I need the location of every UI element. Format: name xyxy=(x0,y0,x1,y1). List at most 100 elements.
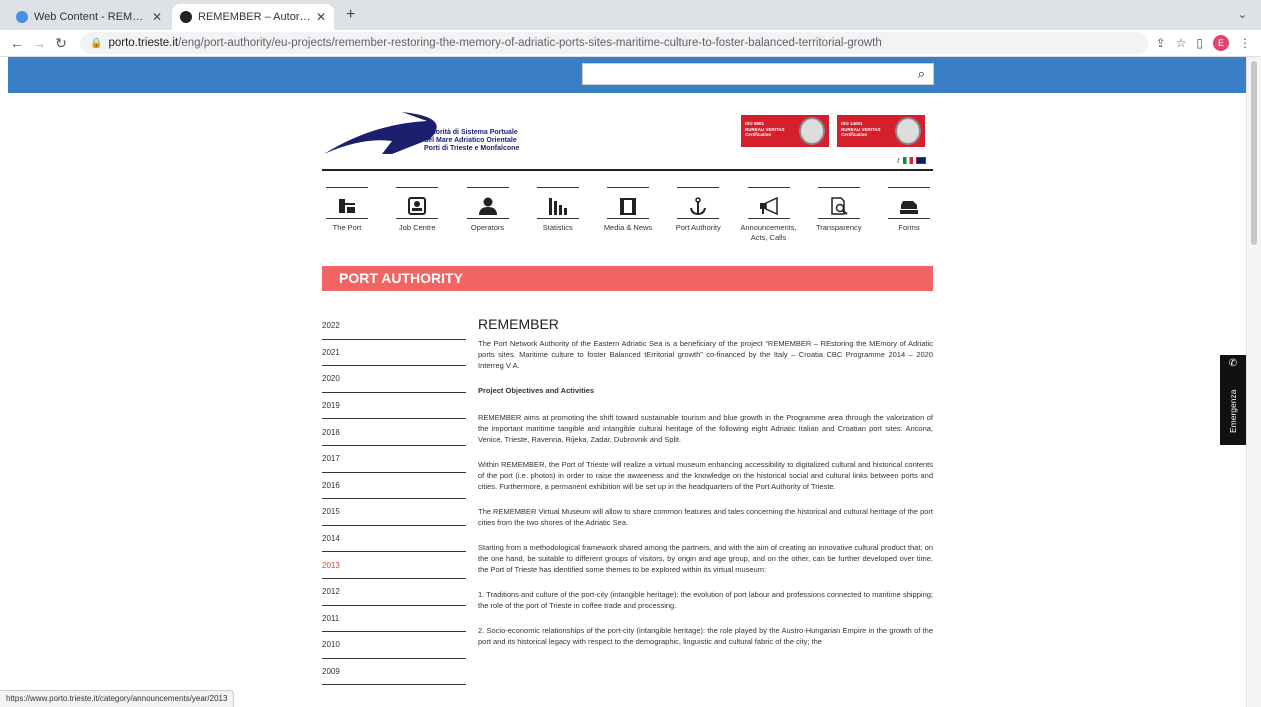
article-paragraph: 1. Traditions and culture of the port-ci… xyxy=(478,590,933,610)
article-paragraph: REMEMBER aims at promoting the shift tow… xyxy=(478,413,933,444)
nav-label: Announcements, Acts, Calls xyxy=(740,223,797,242)
year-link[interactable]: 2022 xyxy=(322,313,466,340)
tab-title: Web Content - REMEMBER - Il... xyxy=(34,11,148,23)
nav-label: Media & News xyxy=(603,223,653,232)
year-link[interactable]: 2009 xyxy=(322,659,466,686)
search-icon[interactable]: ⌕ xyxy=(918,66,925,82)
page-viewport: ⌕ Autorità di Sistema Portuale del Mare … xyxy=(0,57,1261,707)
film-icon xyxy=(607,193,649,219)
tab-close-icon[interactable]: ✕ xyxy=(152,10,162,24)
side-panel-icon[interactable]: ▯ xyxy=(1196,36,1203,50)
nav-label: Statistics xyxy=(542,223,573,232)
main-nav: The Port Job Centre Operators Statistics… xyxy=(312,187,944,243)
url-host: porto.trieste.it xyxy=(108,37,179,49)
nav-item-announcements[interactable]: Announcements, Acts, Calls xyxy=(734,187,804,243)
bureau-veritas-seal-icon xyxy=(799,117,825,145)
year-link[interactable]: 2015 xyxy=(322,499,466,526)
share-icon[interactable]: ⇪ xyxy=(1156,36,1166,50)
article-paragraph: Within REMEMBER, the Port of Trieste wil… xyxy=(478,460,933,491)
year-link[interactable]: 2021 xyxy=(322,340,466,367)
section-banner: PORT AUTHORITY xyxy=(322,266,933,291)
article-intro: The Port Network Authority of the Easter… xyxy=(478,339,933,370)
url-path: /eng/port-authority/eu-projects/remember… xyxy=(178,37,882,49)
article-title: REMEMBER xyxy=(478,316,559,332)
iso-14001-certificate: ISO 14001 BUREAU VERITAS Certification xyxy=(837,115,925,147)
year-link[interactable]: 2014 xyxy=(322,526,466,553)
status-bar-url: https://www.porto.trieste.it/category/an… xyxy=(0,690,235,707)
article-paragraph: 2. Socio-economic relationships of the p… xyxy=(478,626,933,646)
bar-chart-icon xyxy=(536,193,579,219)
reload-icon[interactable]: ↻ xyxy=(50,35,72,52)
logo-text: Autorità di Sistema Portuale del Mare Ad… xyxy=(424,129,519,153)
uk-flag-icon[interactable] xyxy=(916,157,927,164)
article-subtitle: Project Objectives and Activities xyxy=(478,386,595,395)
emergency-label: Emergenza xyxy=(1228,389,1238,433)
phone-icon: ✆ xyxy=(1228,358,1238,369)
year-link-selected[interactable]: 2013 xyxy=(322,552,466,579)
nav-label: Port Authority xyxy=(675,223,721,232)
nav-item-the-port[interactable]: The Port xyxy=(312,187,382,243)
tab-favicon-icon xyxy=(16,11,28,23)
header-divider xyxy=(322,169,933,171)
nav-item-job-centre[interactable]: Job Centre xyxy=(382,187,452,243)
year-link[interactable]: 2010 xyxy=(322,632,466,659)
tab-close-icon[interactable]: ✕ xyxy=(316,10,326,24)
tab-title: REMEMBER – Autorità di Sistem xyxy=(198,11,312,23)
browser-toolbar: ← → ↻ 🔒 porto.trieste.it/eng/port-author… xyxy=(0,30,1261,57)
forward-arrow-icon[interactable]: → xyxy=(28,35,50,51)
tab-favicon-icon xyxy=(180,11,192,23)
browser-tab-web-content[interactable]: Web Content - REMEMBER - Il... ✕ xyxy=(8,4,170,30)
year-link[interactable]: 2012 xyxy=(322,579,466,606)
anchor-icon xyxy=(677,193,720,219)
document-search-icon xyxy=(817,193,860,219)
iso-9001-certificate: ISO 9001 BUREAU VERITAS Certification xyxy=(741,115,829,147)
port-crane-icon xyxy=(326,193,368,219)
bookmark-star-icon[interactable]: ☆ xyxy=(1176,36,1187,50)
year-link[interactable]: 2017 xyxy=(322,446,466,473)
nav-item-media-news[interactable]: Media & News xyxy=(593,187,663,243)
browser-tab-strip: Web Content - REMEMBER - Il... ✕ REMEMBE… xyxy=(0,0,1261,30)
bureau-veritas-seal-icon xyxy=(895,117,921,145)
nav-item-operators[interactable]: Operators xyxy=(453,187,523,243)
stamp-icon xyxy=(888,193,930,219)
new-tab-button[interactable]: + xyxy=(336,6,365,30)
nav-item-transparency[interactable]: Transparency xyxy=(804,187,874,243)
site-search-input[interactable]: ⌕ xyxy=(582,63,934,85)
year-link[interactable]: 2019 xyxy=(322,393,466,420)
nav-item-forms[interactable]: Forms xyxy=(874,187,944,243)
italian-flag-icon[interactable] xyxy=(903,157,914,164)
language-switcher: ⚷ xyxy=(896,157,927,164)
profile-avatar[interactable]: E xyxy=(1213,35,1229,51)
key-icon[interactable]: ⚷ xyxy=(896,157,900,164)
lock-icon[interactable]: 🔒 xyxy=(90,38,102,49)
tab-search-chevron-icon[interactable]: ⌄ xyxy=(1238,8,1247,21)
year-link[interactable]: 2018 xyxy=(322,419,466,446)
article-paragraph: The REMEMBER Virtual Museum will allow t… xyxy=(478,507,933,527)
scrollbar-thumb[interactable] xyxy=(1251,61,1257,245)
logo-line: Autorità di Sistema Portuale xyxy=(424,129,518,136)
nav-item-port-authority[interactable]: Port Authority xyxy=(663,187,733,243)
nav-item-statistics[interactable]: Statistics xyxy=(523,187,593,243)
logo-line: del Mare Adriatico Orientale xyxy=(424,137,517,144)
operator-person-icon xyxy=(466,193,509,219)
browser-menu-icon[interactable]: ⋮ xyxy=(1239,36,1251,50)
year-link[interactable]: 2016 xyxy=(322,473,466,500)
browser-tab-remember[interactable]: REMEMBER – Autorità di Sistem ✕ xyxy=(172,4,334,30)
job-centre-icon xyxy=(396,193,439,219)
nav-label: Job Centre xyxy=(398,223,436,232)
address-bar[interactable]: 🔒 porto.trieste.it/eng/port-authority/eu… xyxy=(80,32,1148,54)
year-link[interactable]: 2020 xyxy=(322,366,466,393)
nav-label: Operators xyxy=(470,223,505,232)
megaphone-icon xyxy=(747,193,790,219)
emergency-button[interactable]: ✆ Emergenza xyxy=(1220,355,1246,445)
logo-line: Porti di Trieste e Monfalcone xyxy=(424,145,520,152)
back-arrow-icon[interactable]: ← xyxy=(6,35,28,51)
article: REMEMBER The Port Network Authority of t… xyxy=(478,316,933,661)
page-scrollbar[interactable] xyxy=(1246,57,1261,707)
nav-label: Transparency xyxy=(815,223,862,232)
nav-label: The Port xyxy=(332,223,362,232)
nav-label: Forms xyxy=(898,223,920,232)
year-list: 2022 2021 2020 2019 2018 2017 2016 2015 … xyxy=(322,313,466,686)
article-paragraph: Starting from a methodological framework… xyxy=(478,543,933,574)
year-link[interactable]: 2011 xyxy=(322,606,466,633)
